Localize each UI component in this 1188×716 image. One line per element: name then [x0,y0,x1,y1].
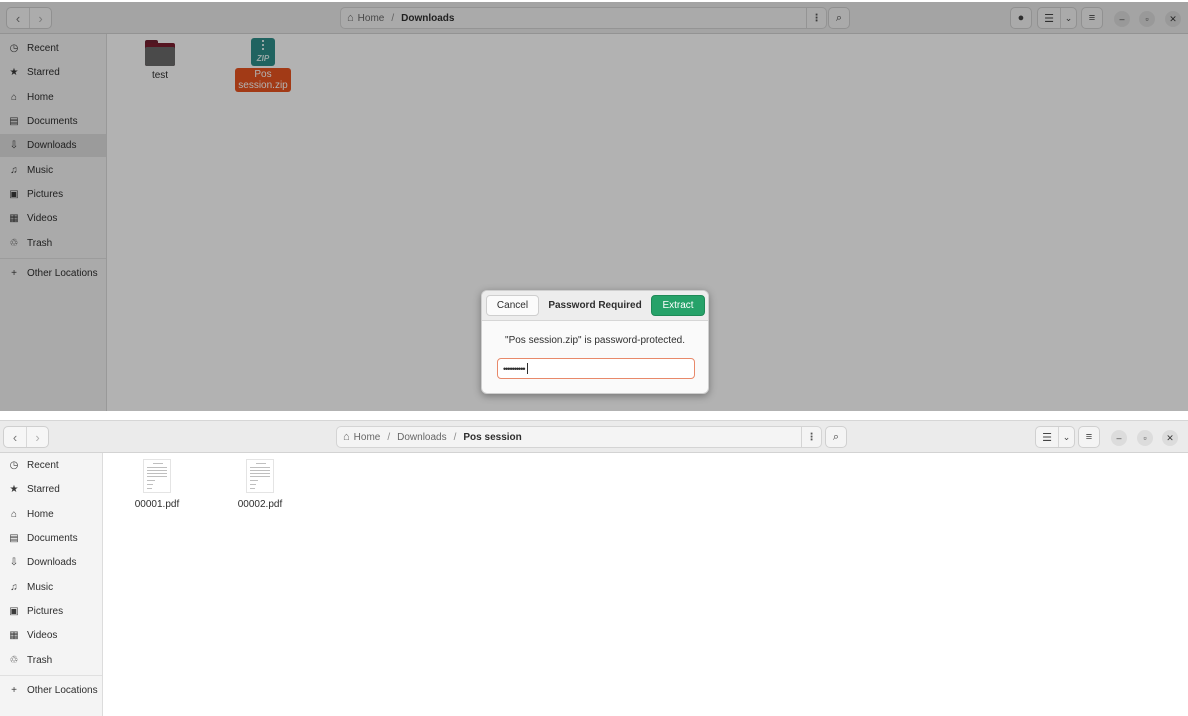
pdf-document-icon [246,459,274,493]
close-icon: ✕ [1166,432,1174,443]
sidebar-item-downloads[interactable]: ⇩ Downloads [0,551,102,574]
extract-button[interactable]: Extract [651,295,705,316]
text-caret [526,363,528,374]
hamburger-menu-icon: ≡ [1085,431,1093,443]
document-icon: ▤ [9,533,19,544]
password-mask: •••••••••• [503,363,525,374]
forward-button[interactable]: › [26,427,48,447]
clock-icon: ◷ [9,460,19,471]
maximize-icon: ▫ [1143,433,1147,443]
view-options-dropdown[interactable]: ⌄ [1058,427,1074,447]
dialog-message: "Pos session.zip" is password-protected. [505,335,685,346]
chevron-right-icon: › [35,429,40,445]
file-item-pdf[interactable]: 00002.pdf [225,459,295,510]
sidebar-item-music[interactable]: ♫ Music [0,576,102,599]
sidebar-item-documents[interactable]: ▤ Documents [0,527,102,550]
file-view: 00001.pdf 00002.pdf [103,453,1188,716]
sidebar-item-home[interactable]: ⌂ Home [0,503,102,526]
file-manager-window-pos-session: ‹ › ⌂ Home / Downloads / Pos session ⋮ ⌕… [0,420,1188,716]
music-icon: ♫ [10,582,18,593]
sidebar-divider [0,675,102,676]
home-icon: ⌂ [343,431,350,443]
cancel-button[interactable]: Cancel [486,295,539,316]
path-menu-button[interactable]: ⋮ [801,427,821,447]
path-bar: ⌂ Home / Downloads / Pos session ⋮ [336,426,822,448]
search-icon: ⌕ [832,430,840,443]
sidebar-item-videos[interactable]: ▦ Videos [0,624,102,647]
breadcrumb-home[interactable]: ⌂ Home [343,431,380,443]
sidebar-item-starred[interactable]: ★ Starred [0,478,102,501]
maximize-button[interactable]: ▫ [1137,430,1153,446]
search-button[interactable]: ⌕ [825,426,847,448]
dialog-title: Password Required [548,300,642,311]
download-icon: ⇩ [9,557,19,568]
plus-icon: + [11,685,17,696]
sidebar: ◷ Recent ★ Starred ⌂ Home ▤ Documents ⇩ Downl… [0,453,103,716]
breadcrumb-separator: / [387,431,391,443]
sidebar-item-other-locations[interactable]: + Other Locations [0,679,102,702]
back-button[interactable]: ‹ [4,427,26,447]
password-dialog: Cancel Password Required Extract "Pos se… [481,290,709,394]
sidebar-item-pictures[interactable]: ▣ Pictures [0,600,102,623]
password-field[interactable]: •••••••••• [497,358,695,379]
view-toggle-button[interactable]: ☰ [1036,427,1058,447]
breadcrumb-current[interactable]: Pos session [463,432,521,443]
trash-icon: ♲ [9,655,19,666]
sidebar-item-recent[interactable]: ◷ Recent [0,454,102,477]
file-name: 00002.pdf [237,499,283,510]
video-icon: ▦ [9,630,19,641]
main-menu-button[interactable]: ≡ [1078,426,1100,448]
nav-buttons: ‹ › [3,426,49,448]
header-bar: ‹ › ⌂ Home / Downloads / Pos session ⋮ ⌕… [0,421,1188,453]
breadcrumb-separator: / [453,431,457,443]
chevron-left-icon: ‹ [12,429,18,445]
star-icon: ★ [9,484,19,495]
chevron-down-icon: ⌄ [1062,431,1071,442]
file-item-pdf[interactable]: 00001.pdf [122,459,192,510]
breadcrumb-downloads[interactable]: Downloads [397,432,446,443]
minimize-icon: – [1116,433,1122,443]
more-vertical-icon: ⋮ [806,431,817,443]
sidebar-item-trash[interactable]: ♲ Trash [0,649,102,672]
window-gap [0,411,1188,420]
home-icon: ⌂ [10,509,18,520]
view-options-group: ☰ ⌄ [1035,426,1075,448]
pdf-document-icon [143,459,171,493]
picture-icon: ▣ [9,606,19,617]
close-button[interactable]: ✕ [1162,430,1178,446]
file-manager-window-downloads: ‹ › ⌂ Home / Downloads ⋮ ⌕ ● ☰ ⌄ ≡ – ▫ ✕… [0,2,1188,412]
file-name: 00001.pdf [134,499,180,510]
dialog-header: Cancel Password Required Extract [482,291,708,321]
minimize-button[interactable]: – [1111,430,1127,446]
list-view-icon: ☰ [1042,431,1052,444]
